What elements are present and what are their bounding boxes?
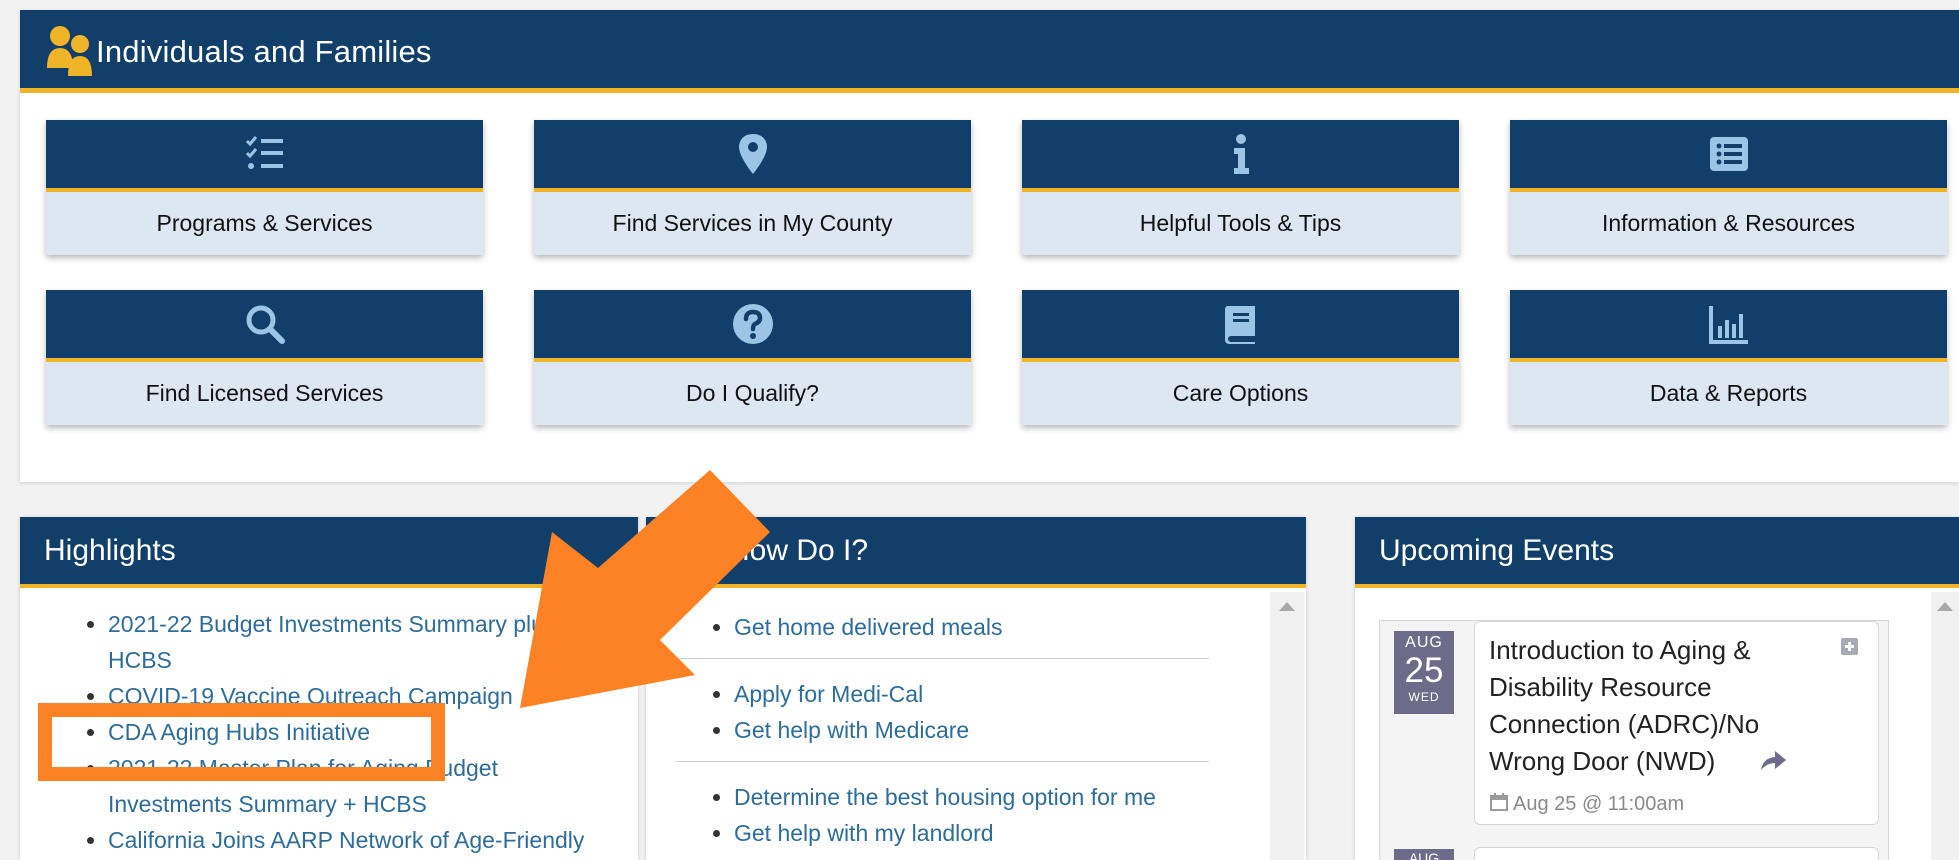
how-do-i-link[interactable]: Determine the best housing option for me <box>734 784 1156 810</box>
upcoming-events-panel: Upcoming Events AUG 25 WED Introduction … <box>1355 517 1959 860</box>
tile-label: Care Options <box>1022 362 1459 425</box>
individuals-families-panel: Individuals and Families Programs & Serv… <box>20 10 1959 482</box>
list-item: Get help with my landlord <box>734 815 1270 851</box>
search-icon <box>246 305 285 344</box>
tile-label: Helpful Tools & Tips <box>1022 192 1459 255</box>
event-weekday: WED <box>1408 690 1440 704</box>
tile-information-resources[interactable]: Information & Resources <box>1510 120 1947 255</box>
list-item: Get help with Medicare <box>734 712 1270 748</box>
event-time: Aug 25 @ 11:00am <box>1489 792 1684 816</box>
tile-label: Do I Qualify? <box>534 362 971 425</box>
tile-label: Find Services in My County <box>534 192 971 255</box>
question-circle-icon <box>732 304 773 344</box>
annotation-arrow-icon <box>520 470 770 708</box>
people-icon <box>47 26 92 76</box>
event-day: 25 <box>1404 651 1444 690</box>
list-item: Determine the best housing option for me <box>734 779 1270 815</box>
book-icon <box>1224 306 1255 344</box>
annotation-highlight-box <box>38 703 445 781</box>
event-time-text: Aug 25 @ 11:00am <box>1513 793 1685 815</box>
tile-label: Data & Reports <box>1510 362 1947 425</box>
section-title: Individuals and Families <box>96 34 432 69</box>
list-item: California Joins AARP Network of Age-Fri… <box>108 822 618 858</box>
event-month: AUG <box>1405 634 1443 651</box>
scroll-up-arrow-icon[interactable] <box>1937 602 1953 611</box>
how-do-i-link[interactable]: Get help with my landlord <box>734 820 994 846</box>
calendar-icon <box>1490 793 1508 811</box>
how-do-i-link[interactable]: Get help with Medicare <box>734 717 969 743</box>
event-card[interactable]: Introduction to Aging & Disability Resou… <box>1474 621 1879 825</box>
bar-chart-icon <box>1708 306 1748 344</box>
scroll-up-arrow-icon[interactable] <box>1279 602 1295 611</box>
event-date-badge: AUG 25 WED <box>1394 631 1454 714</box>
tile-label: Information & Resources <box>1510 192 1947 255</box>
event-date-badge: AUG <box>1394 849 1454 860</box>
event-list: AUG 25 WED Introduction to Aging & Disab… <box>1379 620 1889 860</box>
tile-label: Find Licensed Services <box>46 362 483 425</box>
map-pin-icon <box>738 134 767 174</box>
tile-care-options[interactable]: Care Options <box>1022 290 1459 425</box>
tile-find-licensed-services[interactable]: Find Licensed Services <box>46 290 483 425</box>
highlight-link[interactable]: California Joins AARP Network of Age-Fri… <box>108 827 584 853</box>
tile-do-i-qualify[interactable]: Do I Qualify? <box>534 290 971 425</box>
individuals-families-header: Individuals and Families <box>20 10 1959 93</box>
info-icon <box>1233 134 1249 174</box>
share-icon[interactable] <box>1759 748 1787 772</box>
events-scrollbar[interactable] <box>1931 592 1959 860</box>
event-card[interactable] <box>1474 847 1879 860</box>
list-alt-icon <box>1709 137 1748 171</box>
tile-programs-services[interactable]: Programs & Services <box>46 120 483 255</box>
event-month: AUG <box>1408 850 1440 860</box>
expand-plus-icon[interactable] <box>1841 638 1858 655</box>
tile-helpful-tools[interactable]: Helpful Tools & Tips <box>1022 120 1459 255</box>
tile-find-services-county[interactable]: Find Services in My County <box>534 120 971 255</box>
list-item: Apply for Medi-Cal <box>734 676 1270 712</box>
how-do-i-group: Determine the best housing option for me… <box>646 762 1270 860</box>
checklist-icon <box>245 136 283 169</box>
how-do-i-scrollbar[interactable] <box>1270 592 1304 860</box>
highlight-link[interactable]: 2021-22 Budget Investments Summary plus … <box>108 611 555 673</box>
tile-data-reports[interactable]: Data & Reports <box>1510 290 1947 425</box>
upcoming-events-title: Upcoming Events <box>1355 517 1959 588</box>
tile-label: Programs & Services <box>46 192 483 255</box>
list-item: Get home delivered meals <box>734 609 1270 645</box>
